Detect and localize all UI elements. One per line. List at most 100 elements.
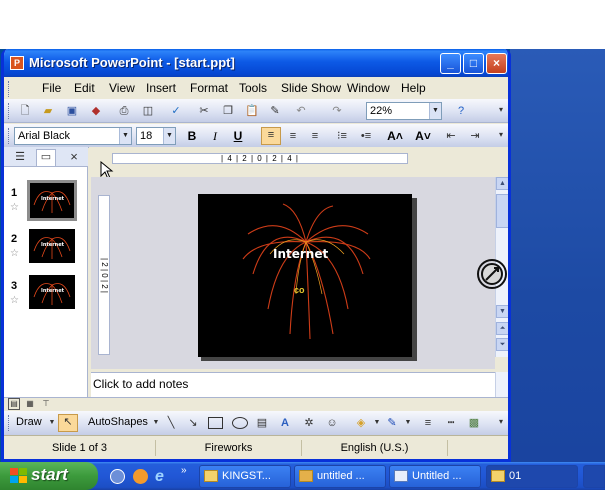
chevron-down-icon[interactable]: ▼ <box>163 128 175 144</box>
minimize-button[interactable]: _ <box>440 53 461 74</box>
print-preview-icon[interactable]: ◫ <box>141 104 155 118</box>
slide-thumbnail-3[interactable]: Internet <box>29 275 75 309</box>
align-right-icon[interactable]: ≡ <box>308 129 322 143</box>
bold-button[interactable]: B <box>183 128 201 144</box>
chevron-down-icon[interactable]: ▼ <box>45 416 59 430</box>
select-objects-icon[interactable]: ↖ <box>58 414 78 432</box>
autoshapes-menu-button[interactable]: AutoShapes <box>88 416 148 428</box>
next-slide-icon[interactable]: ⏷ <box>496 338 508 351</box>
normal-view-icon[interactable]: ▤ <box>8 398 20 410</box>
chevron-down-icon[interactable]: ▼ <box>149 416 163 430</box>
font-size-combo[interactable]: 18 ▼ <box>136 127 176 145</box>
toolbar-options-icon[interactable]: ▾ <box>494 415 508 429</box>
spelling-icon[interactable]: ✓ <box>169 104 183 118</box>
menu-tools[interactable]: Tools <box>239 81 267 95</box>
bullets-icon[interactable]: •≡ <box>359 129 373 143</box>
notes-scrollbar[interactable] <box>495 372 508 397</box>
arrow-icon[interactable]: ↘ <box>186 416 200 430</box>
slides-tab-icon[interactable]: ▭ <box>36 149 56 166</box>
quick-launch-icon[interactable] <box>110 469 125 484</box>
menu-slide-show[interactable]: Slide Show <box>281 81 341 95</box>
scroll-down-icon[interactable]: ▼ <box>496 305 508 318</box>
powerpoint-app-icon[interactable]: P <box>10 56 24 70</box>
shadow-style-icon[interactable]: ▩ <box>467 416 481 430</box>
previous-slide-icon[interactable]: ⏶ <box>496 322 508 335</box>
slide-canvas[interactable]: Internet co <box>198 194 412 357</box>
save-icon[interactable]: ▣ <box>65 104 79 118</box>
open-icon[interactable]: ▰ <box>41 104 55 118</box>
formatting-toolbar-grip[interactable] <box>8 128 11 144</box>
standard-toolbar-grip[interactable] <box>8 103 11 119</box>
chevron-down-icon[interactable]: ▼ <box>429 103 441 119</box>
drawing-toolbar-grip[interactable] <box>8 415 11 431</box>
slide-sorter-view-icon[interactable]: ▦ <box>24 398 36 410</box>
toolbar-options-icon[interactable]: ▾ <box>494 103 508 117</box>
slide-subtitle[interactable]: co <box>294 285 305 295</box>
outline-tab-icon[interactable]: ☰ <box>13 150 27 164</box>
italic-button[interactable]: I <box>206 128 224 144</box>
menu-window[interactable]: Window <box>347 81 390 95</box>
firefox-icon[interactable] <box>133 469 148 484</box>
increase-font-button[interactable]: A˄ <box>384 128 406 144</box>
menu-help[interactable]: Help <box>401 81 426 95</box>
help-icon[interactable]: ? <box>454 104 468 118</box>
line-icon[interactable]: ╲ <box>164 416 178 430</box>
draw-menu-button[interactable]: Draw <box>16 416 42 428</box>
redo-icon[interactable]: ↷ <box>330 104 344 118</box>
menu-format[interactable]: Format <box>190 81 228 95</box>
menu-insert[interactable]: Insert <box>146 81 176 95</box>
underline-button[interactable]: U <box>229 128 247 144</box>
decrease-font-button[interactable]: A˅ <box>412 128 434 144</box>
menu-grip[interactable] <box>8 81 11 97</box>
chevron-down-icon[interactable]: ▼ <box>401 416 415 430</box>
task-button-kingst[interactable]: KINGST... <box>199 465 291 488</box>
line-style-icon[interactable]: ≡ <box>421 416 435 430</box>
internet-explorer-icon[interactable]: e <box>155 469 170 485</box>
slide-thumbnail-2[interactable]: Internet <box>29 229 75 263</box>
slide-title[interactable]: Internet <box>273 247 328 261</box>
align-center-icon[interactable]: ≡ <box>286 129 300 143</box>
line-color-icon[interactable]: ✎ <box>385 416 399 430</box>
decrease-indent-icon[interactable]: ⇤ <box>444 129 458 143</box>
dash-style-icon[interactable]: ┅ <box>444 416 458 430</box>
new-icon[interactable]: 🗋 <box>18 104 32 118</box>
diagram-icon[interactable]: ✲ <box>302 416 316 430</box>
permission-icon[interactable]: ◆ <box>89 104 103 118</box>
format-painter-icon[interactable]: ✎ <box>268 104 282 118</box>
paste-icon[interactable]: 📋 <box>245 104 259 118</box>
close-button[interactable]: × <box>486 53 507 74</box>
menu-view[interactable]: View <box>109 81 135 95</box>
copy-icon[interactable]: ❐ <box>221 104 235 118</box>
chevron-right-icon[interactable]: » <box>181 465 187 476</box>
office-assistant-icon[interactable] <box>476 258 508 290</box>
scroll-thumb[interactable] <box>496 194 508 228</box>
menu-file[interactable]: File <box>42 81 61 95</box>
undo-icon[interactable]: ↶ <box>294 104 308 118</box>
maximize-button[interactable]: □ <box>463 53 484 74</box>
wordart-icon[interactable]: A <box>278 416 292 430</box>
slide-thumbnail-1[interactable]: Internet <box>27 180 77 221</box>
clip-art-icon[interactable]: ☺ <box>325 416 339 430</box>
task-button-01[interactable]: 01 <box>486 465 578 488</box>
notes-pane[interactable]: Click to add notes <box>91 372 495 397</box>
chevron-down-icon[interactable]: ▼ <box>119 128 131 144</box>
fill-color-icon[interactable]: ◈ <box>354 416 368 430</box>
task-button-untitled-1[interactable]: untitled ... <box>294 465 386 488</box>
font-name-combo[interactable]: Arial Black ▼ <box>14 127 132 145</box>
cut-icon[interactable]: ✂ <box>197 104 211 118</box>
print-icon[interactable]: ⎙ <box>117 104 131 118</box>
numbering-icon[interactable]: ⁝≡ <box>335 129 349 143</box>
task-button-untitled-2[interactable]: Untitled ... <box>389 465 481 488</box>
menu-edit[interactable]: Edit <box>74 81 95 95</box>
increase-indent-icon[interactable]: ⇥ <box>468 129 482 143</box>
oval-icon[interactable] <box>232 417 248 429</box>
text-box-icon[interactable]: ▤ <box>255 416 269 430</box>
align-left-icon[interactable]: ≡ <box>261 127 281 145</box>
chevron-down-icon[interactable]: ▼ <box>370 416 384 430</box>
title-bar[interactable]: P Microsoft PowerPoint - [start.ppt] _ □… <box>4 49 508 77</box>
task-button-overflow[interactable] <box>583 465 605 488</box>
rectangle-icon[interactable] <box>208 417 223 429</box>
toolbar-options-icon[interactable]: ▾ <box>494 128 508 142</box>
scroll-up-icon[interactable]: ▲ <box>496 177 508 190</box>
slide-show-view-icon[interactable]: ⊤ <box>40 398 52 410</box>
